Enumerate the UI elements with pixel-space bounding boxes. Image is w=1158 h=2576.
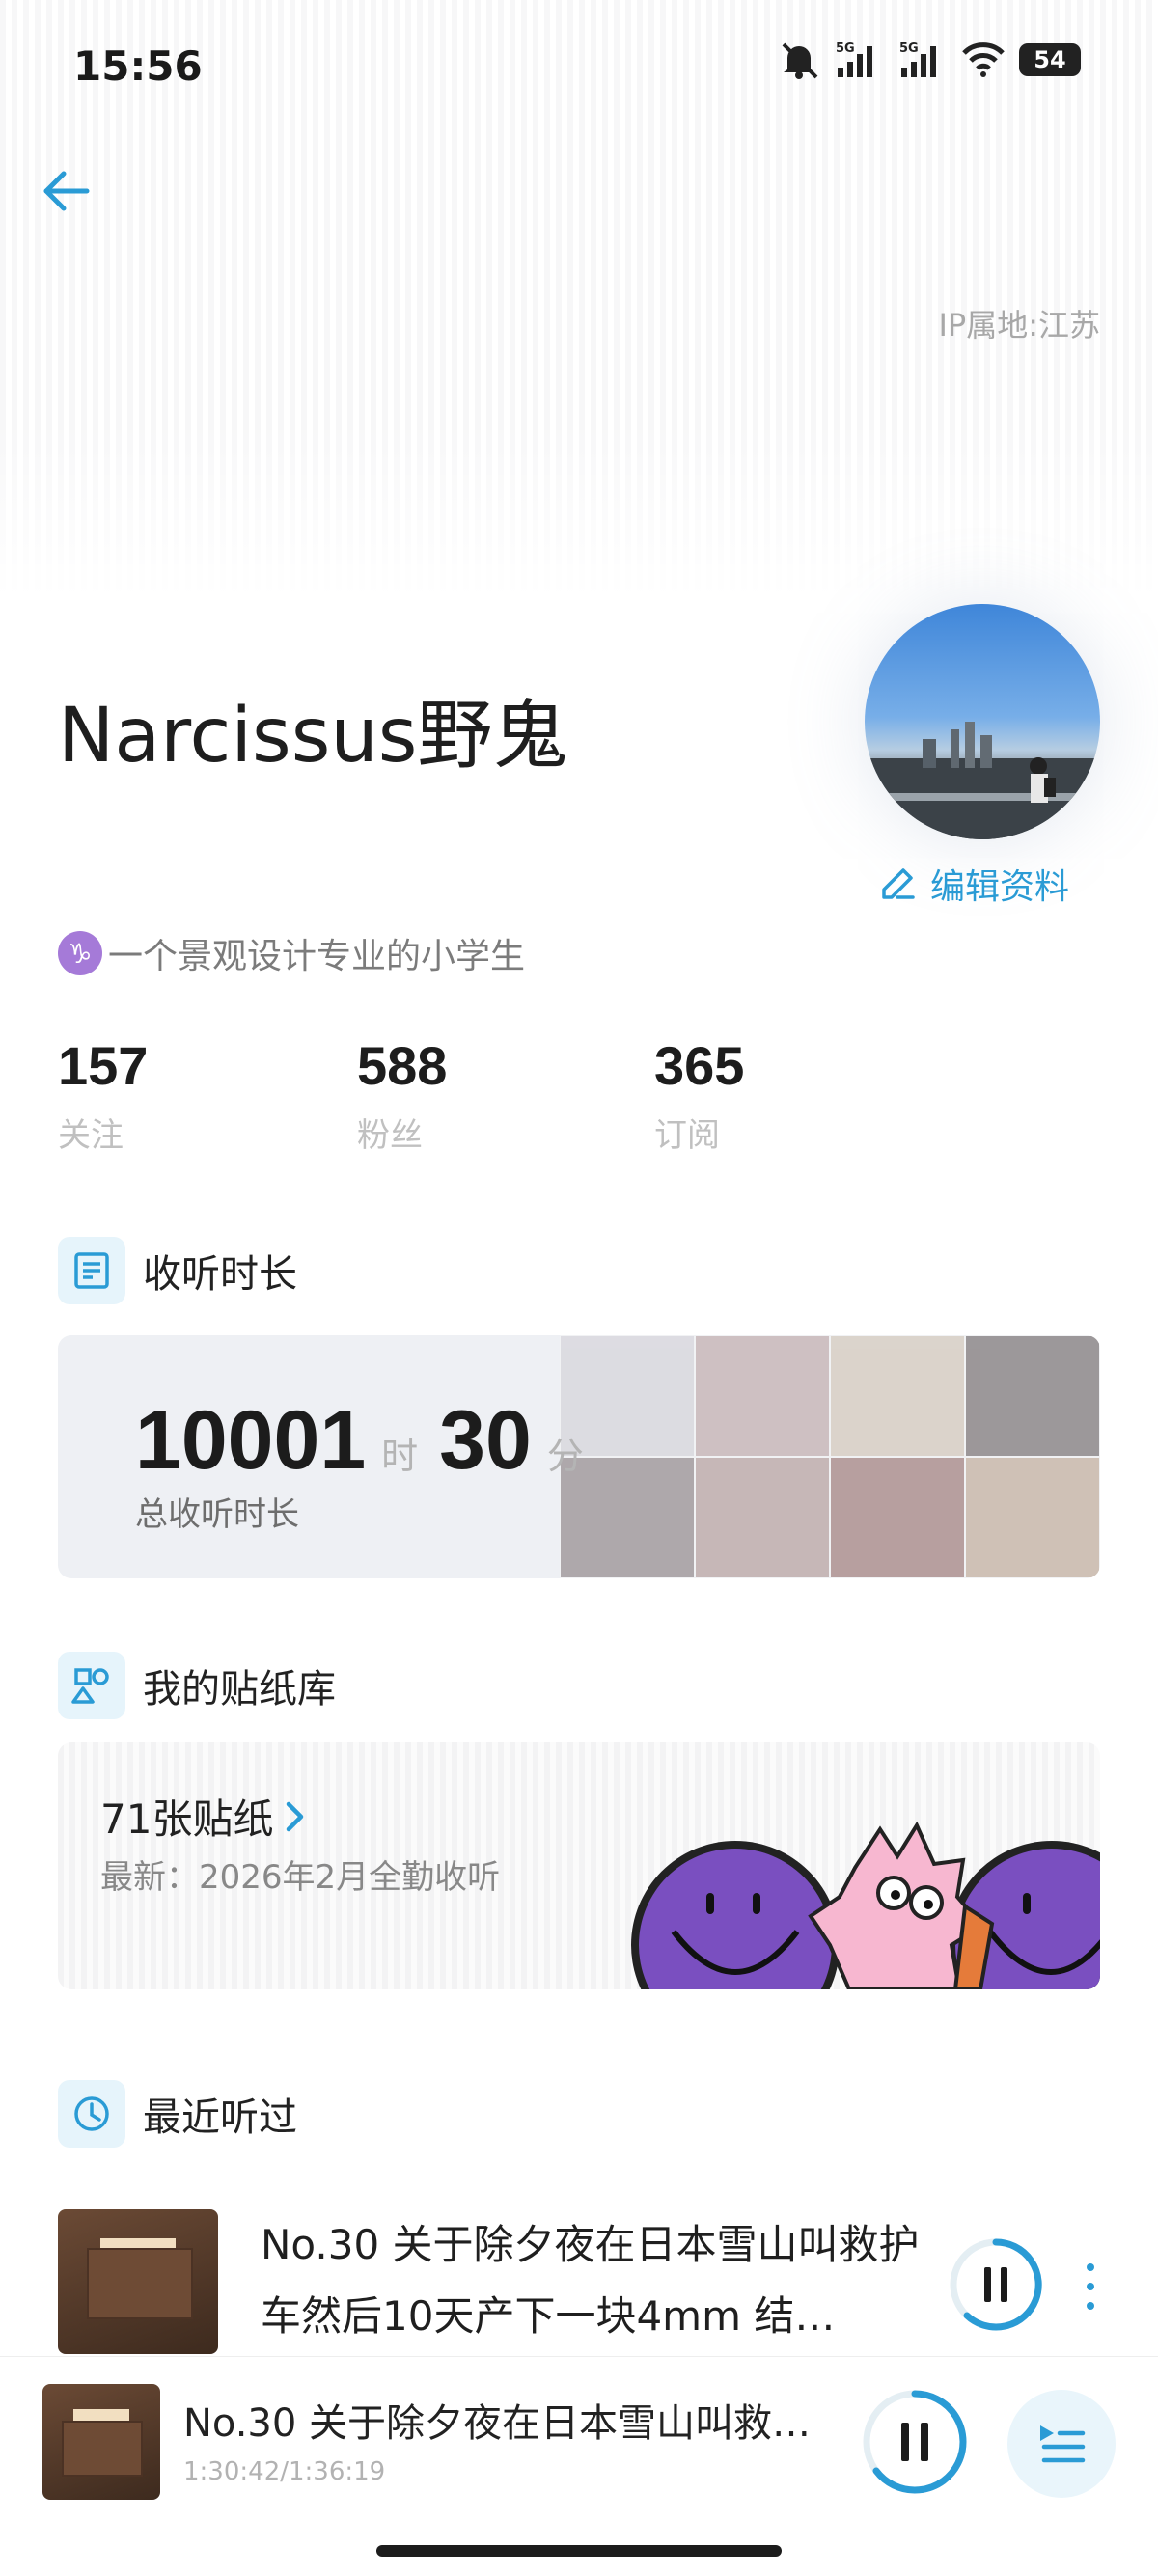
stat-followers-label: 粉丝 [357, 1116, 423, 1155]
section-stickers-title: 我的贴纸库 [143, 1667, 336, 1712]
section-recent-title: 最近听过 [143, 2096, 297, 2140]
bio: ♑ 一个景观设计专业的小学生 [58, 928, 525, 978]
mini-player[interactable]: No.30 关于除夕夜在日本雪山叫救护… 1:30:42/1:36:19 [0, 2356, 1158, 2511]
section-listen-time: 收听时长 [58, 1237, 297, 1304]
status-time: 15:56 [73, 42, 203, 90]
stat-following[interactable]: 157 关注 [58, 1034, 148, 1156]
listen-hours: 10001 [135, 1394, 367, 1487]
capricorn-icon: ♑ [58, 931, 102, 975]
status-icons: 5G 5G 54 [778, 41, 1081, 79]
battery-indicator: 54 [1019, 43, 1081, 76]
svg-text:5G: 5G [899, 41, 919, 56]
recent-item-title: No.30 关于除夕夜在日本雪山叫救护车然后10天产下一块4mm 结… [261, 2221, 920, 2340]
album-collage [560, 1335, 1100, 1578]
svg-text:5G: 5G [836, 41, 855, 56]
sticker-count: 71张贴纸 [100, 1787, 306, 1846]
avatar-photo [865, 722, 1100, 839]
player-title: No.30 关于除夕夜在日本雪山叫救护… [183, 2401, 840, 2446]
shapes-icon [58, 1652, 125, 1719]
sticker-preview [631, 1821, 1100, 1989]
avatar[interactable] [865, 604, 1100, 839]
wifi-icon [962, 42, 1005, 77]
signal-icon-1: 5G [836, 41, 872, 77]
pencil-icon [882, 868, 915, 899]
recent-item[interactable]: No.30 关于除夕夜在日本雪山叫救护车然后10天产下一块4mm 结… [58, 2209, 1100, 2354]
stat-following-label: 关注 [58, 1116, 124, 1155]
stat-subscriptions-value: 365 [654, 1035, 745, 1096]
mute-icon [782, 42, 818, 79]
more-options-icon[interactable] [1081, 2258, 1100, 2316]
sticker-library-card[interactable]: 71张贴纸 最新：2026年2月全勤收听 [58, 1742, 1100, 1989]
stat-followers-value: 588 [357, 1035, 448, 1096]
chevron-right-icon [287, 1801, 304, 1831]
listen-minutes-unit: 分 [546, 1435, 584, 1477]
playlist-button[interactable] [1007, 2390, 1116, 2498]
section-listen-title: 收听时长 [143, 1252, 297, 1297]
section-recent: 最近听过 [58, 2080, 297, 2148]
edit-profile-button[interactable]: 编辑资料 [878, 859, 1069, 909]
listen-total: 10001 时 30 分 [135, 1393, 605, 1489]
player-cover [42, 2384, 160, 2500]
header-background [0, 0, 1158, 598]
ip-location: IP属地:江苏 [938, 307, 1100, 343]
playlist-icon [1040, 2425, 1086, 2463]
player-pause-button[interactable] [861, 2388, 969, 2496]
stat-following-value: 157 [58, 1035, 149, 1096]
stat-followers[interactable]: 588 粉丝 [357, 1034, 447, 1156]
profile-name: Narcissus野鬼 [58, 693, 568, 780]
pause-button[interactable] [948, 2236, 1044, 2333]
back-arrow-icon[interactable] [39, 164, 93, 218]
stat-subscriptions[interactable]: 365 订阅 [654, 1034, 744, 1156]
recent-item-cover [58, 2209, 218, 2354]
listen-hours-unit: 时 [381, 1435, 419, 1477]
stat-subscriptions-label: 订阅 [654, 1116, 720, 1155]
listen-subtitle: 总收听时长 [135, 1495, 299, 1534]
clock-icon [58, 2080, 125, 2148]
sticker-count-label: 71张贴纸 [100, 1795, 274, 1843]
player-time: 1:30:42/1:36:19 [183, 2457, 386, 2486]
signal-icon-2: 5G [899, 41, 936, 77]
section-stickers: 我的贴纸库 [58, 1652, 336, 1719]
listen-minutes: 30 [439, 1394, 532, 1487]
sticker-latest: 最新：2026年2月全勤收听 [100, 1858, 501, 1897]
listen-time-card[interactable]: 10001 时 30 分 总收听时长 [58, 1335, 1100, 1578]
edit-profile-label: 编辑资料 [930, 867, 1070, 907]
document-icon [58, 1237, 125, 1304]
bio-text: 一个景观设计专业的小学生 [108, 937, 526, 976]
home-indicator[interactable] [376, 2545, 782, 2557]
